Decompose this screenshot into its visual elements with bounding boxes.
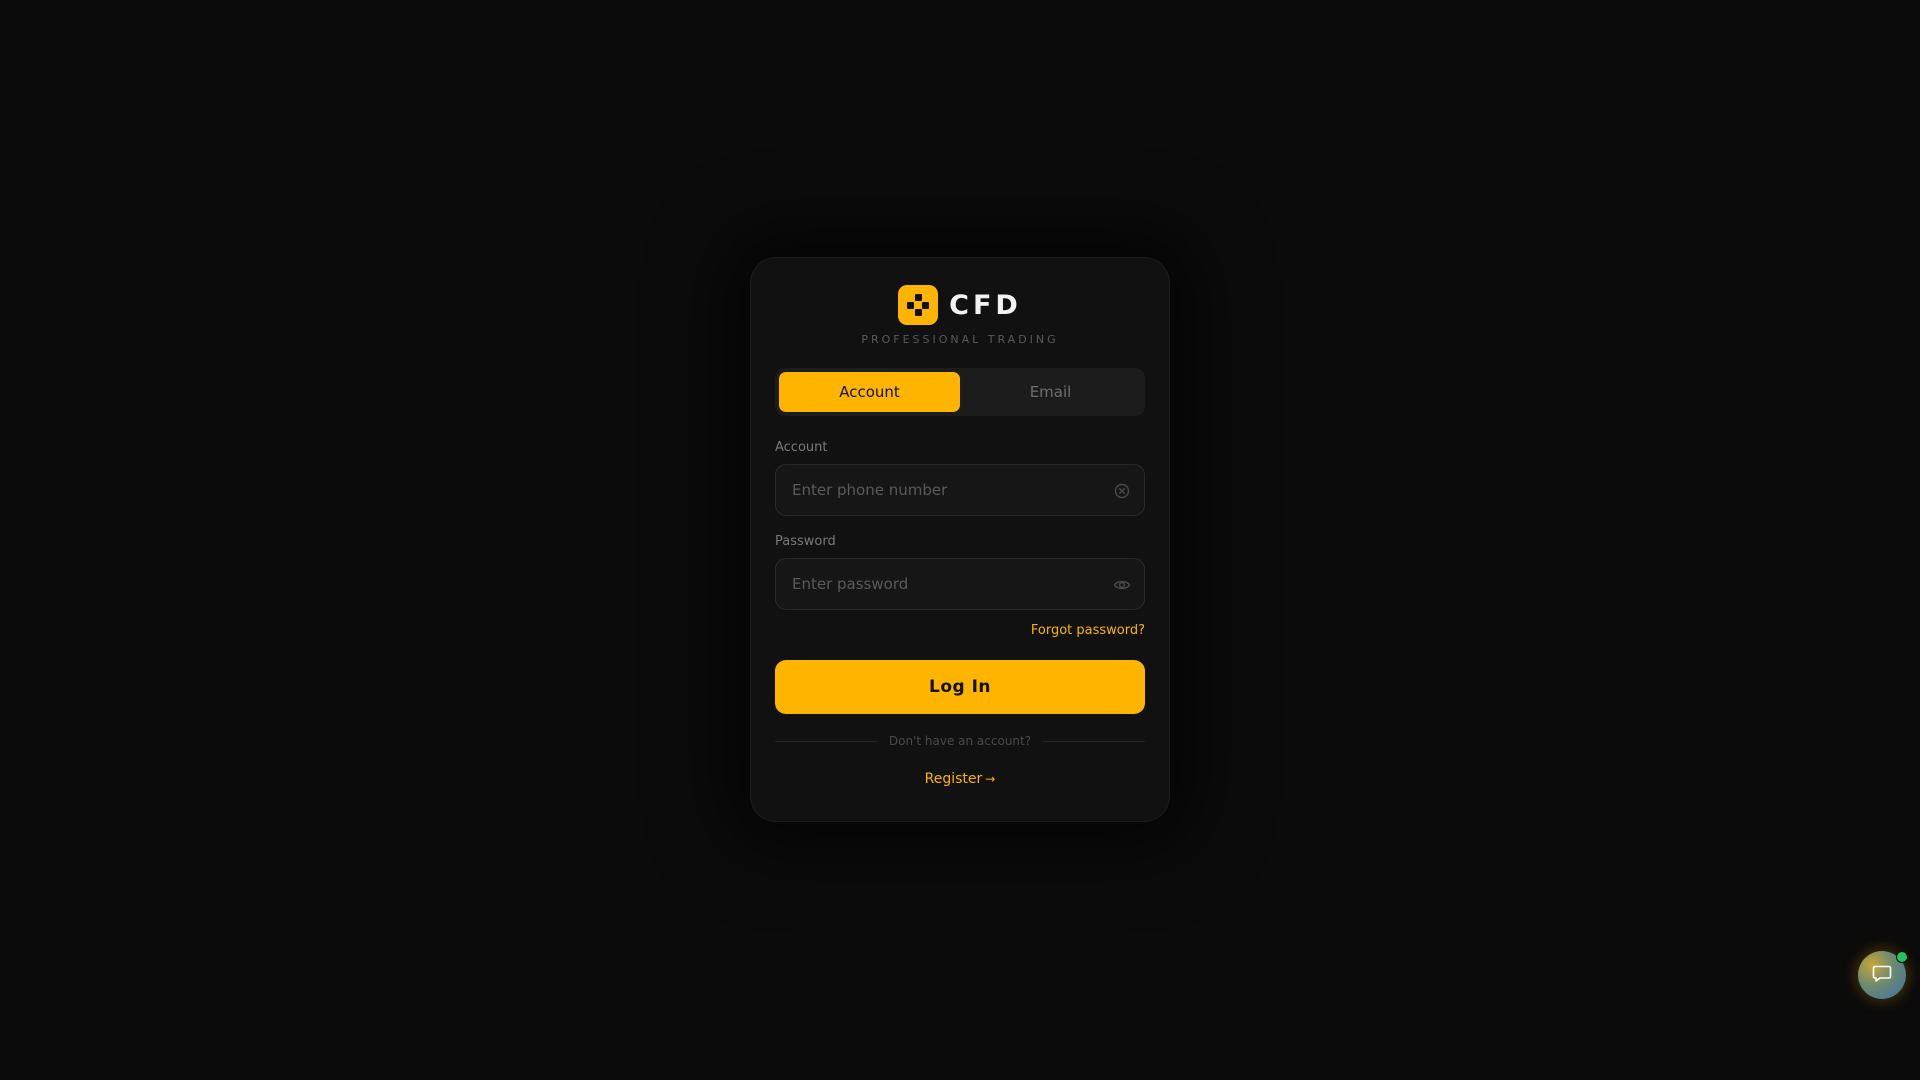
no-account-text: Don't have an account? — [888, 734, 1032, 748]
password-field-label: Password — [775, 534, 836, 549]
login-page: CFD PROFESSIONAL TRADING Account Email A… — [0, 0, 1920, 1080]
arrow-right-icon: → — [985, 772, 996, 786]
divider: Don't have an account? — [775, 734, 1145, 748]
chat-bubble-icon — [1871, 962, 1893, 988]
register-row: Register → — [775, 768, 1145, 787]
register-label: Register — [924, 771, 983, 787]
brand-name: CFD — [949, 289, 1022, 321]
login-card: CFD PROFESSIONAL TRADING Account Email A… — [750, 257, 1170, 822]
divider-line-left — [775, 740, 877, 742]
forgot-row: Forgot password? — [775, 619, 1145, 638]
chat-support-button[interactable] — [1858, 951, 1908, 999]
brand-header: CFD — [775, 285, 1145, 325]
clear-circle-icon[interactable] — [1112, 481, 1132, 501]
tab-account[interactable]: Account — [779, 372, 960, 412]
tab-email[interactable]: Email — [960, 372, 1141, 412]
password-field — [775, 558, 1145, 610]
logo-mark-icon — [898, 285, 939, 325]
eye-icon[interactable] — [1112, 575, 1132, 595]
login-method-tabs: Account Email — [775, 368, 1145, 416]
account-field-label: Account — [775, 440, 828, 455]
login-button[interactable]: Log In — [775, 660, 1145, 714]
brand-tagline: PROFESSIONAL TRADING — [861, 333, 1059, 346]
online-status-dot — [1896, 951, 1908, 963]
forgot-password-link[interactable]: Forgot password? — [1031, 623, 1145, 638]
divider-line-right — [1043, 740, 1145, 742]
account-input[interactable] — [776, 465, 1144, 515]
password-input[interactable] — [776, 559, 1144, 609]
register-link[interactable]: Register → — [925, 771, 996, 787]
account-field — [775, 464, 1145, 516]
